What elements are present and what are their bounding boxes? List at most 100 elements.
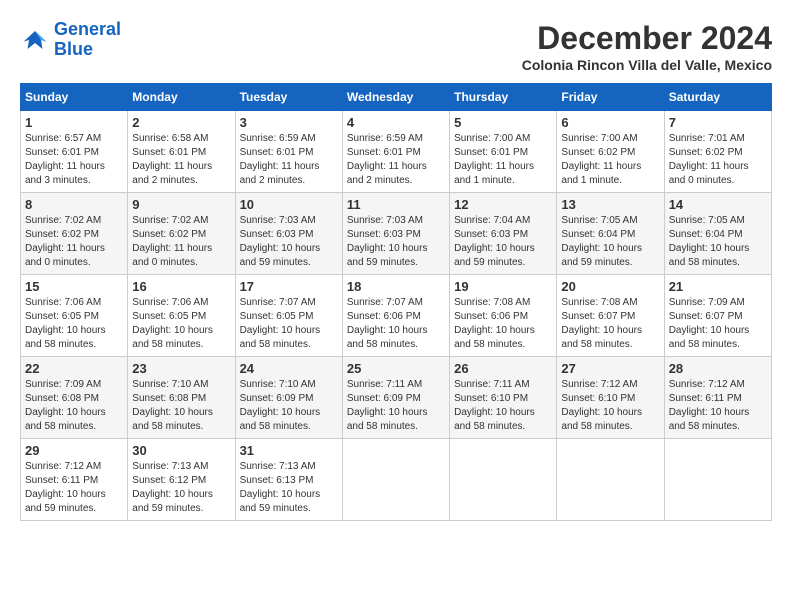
- day-number: 16: [132, 279, 230, 294]
- column-header-thursday: Thursday: [450, 84, 557, 111]
- calendar-cell: 20 Sunrise: 7:08 AMSunset: 6:07 PMDaylig…: [557, 275, 664, 357]
- day-number: 27: [561, 361, 659, 376]
- calendar-cell: 7 Sunrise: 7:01 AMSunset: 6:02 PMDayligh…: [664, 111, 771, 193]
- calendar-cell: 25 Sunrise: 7:11 AMSunset: 6:09 PMDaylig…: [342, 357, 449, 439]
- day-info: Sunrise: 7:08 AMSunset: 6:07 PMDaylight:…: [561, 297, 642, 350]
- calendar-cell: 10 Sunrise: 7:03 AMSunset: 6:03 PMDaylig…: [235, 193, 342, 275]
- calendar-cell: 4 Sunrise: 6:59 AMSunset: 6:01 PMDayligh…: [342, 111, 449, 193]
- location-title: Colonia Rincon Villa del Valle, Mexico: [522, 57, 772, 73]
- calendar-cell: 12 Sunrise: 7:04 AMSunset: 6:03 PMDaylig…: [450, 193, 557, 275]
- day-info: Sunrise: 7:10 AMSunset: 6:08 PMDaylight:…: [132, 379, 213, 432]
- day-number: 5: [454, 115, 552, 130]
- day-number: 3: [240, 115, 338, 130]
- calendar-cell: 31 Sunrise: 7:13 AMSunset: 6:13 PMDaylig…: [235, 439, 342, 521]
- day-info: Sunrise: 7:09 AMSunset: 6:08 PMDaylight:…: [25, 379, 106, 432]
- day-number: 6: [561, 115, 659, 130]
- calendar-cell: [664, 439, 771, 521]
- day-number: 2: [132, 115, 230, 130]
- day-info: Sunrise: 7:13 AMSunset: 6:12 PMDaylight:…: [132, 461, 213, 514]
- day-info: Sunrise: 7:11 AMSunset: 6:09 PMDaylight:…: [347, 379, 428, 432]
- calendar-table: SundayMondayTuesdayWednesdayThursdayFrid…: [20, 83, 772, 521]
- day-info: Sunrise: 6:58 AMSunset: 6:01 PMDaylight:…: [132, 133, 212, 186]
- day-number: 24: [240, 361, 338, 376]
- day-number: 12: [454, 197, 552, 212]
- day-number: 30: [132, 443, 230, 458]
- day-info: Sunrise: 7:07 AMSunset: 6:06 PMDaylight:…: [347, 297, 428, 350]
- day-number: 31: [240, 443, 338, 458]
- calendar-cell: 19 Sunrise: 7:08 AMSunset: 6:06 PMDaylig…: [450, 275, 557, 357]
- column-header-tuesday: Tuesday: [235, 84, 342, 111]
- calendar-cell: [557, 439, 664, 521]
- day-number: 10: [240, 197, 338, 212]
- title-area: December 2024 Colonia Rincon Villa del V…: [522, 20, 772, 73]
- column-header-monday: Monday: [128, 84, 235, 111]
- calendar-cell: 3 Sunrise: 6:59 AMSunset: 6:01 PMDayligh…: [235, 111, 342, 193]
- calendar-cell: [450, 439, 557, 521]
- day-info: Sunrise: 7:00 AMSunset: 6:01 PMDaylight:…: [454, 133, 534, 186]
- calendar-cell: 1 Sunrise: 6:57 AMSunset: 6:01 PMDayligh…: [21, 111, 128, 193]
- calendar-week-2: 8 Sunrise: 7:02 AMSunset: 6:02 PMDayligh…: [21, 193, 772, 275]
- day-info: Sunrise: 7:03 AMSunset: 6:03 PMDaylight:…: [347, 215, 428, 268]
- day-number: 26: [454, 361, 552, 376]
- column-header-sunday: Sunday: [21, 84, 128, 111]
- page-header: General Blue December 2024 Colonia Rinco…: [20, 20, 772, 73]
- day-number: 22: [25, 361, 123, 376]
- calendar-cell: 18 Sunrise: 7:07 AMSunset: 6:06 PMDaylig…: [342, 275, 449, 357]
- calendar-cell: 9 Sunrise: 7:02 AMSunset: 6:02 PMDayligh…: [128, 193, 235, 275]
- day-info: Sunrise: 7:10 AMSunset: 6:09 PMDaylight:…: [240, 379, 321, 432]
- day-number: 14: [669, 197, 767, 212]
- calendar-cell: 14 Sunrise: 7:05 AMSunset: 6:04 PMDaylig…: [664, 193, 771, 275]
- calendar-cell: [342, 439, 449, 521]
- day-info: Sunrise: 6:57 AMSunset: 6:01 PMDaylight:…: [25, 133, 105, 186]
- day-number: 19: [454, 279, 552, 294]
- day-number: 7: [669, 115, 767, 130]
- logo: General Blue: [20, 20, 121, 60]
- day-info: Sunrise: 7:12 AMSunset: 6:11 PMDaylight:…: [669, 379, 750, 432]
- day-info: Sunrise: 7:07 AMSunset: 6:05 PMDaylight:…: [240, 297, 321, 350]
- day-info: Sunrise: 7:12 AMSunset: 6:11 PMDaylight:…: [25, 461, 106, 514]
- calendar-cell: 24 Sunrise: 7:10 AMSunset: 6:09 PMDaylig…: [235, 357, 342, 439]
- day-number: 8: [25, 197, 123, 212]
- day-info: Sunrise: 7:05 AMSunset: 6:04 PMDaylight:…: [669, 215, 750, 268]
- calendar-cell: 15 Sunrise: 7:06 AMSunset: 6:05 PMDaylig…: [21, 275, 128, 357]
- day-info: Sunrise: 7:02 AMSunset: 6:02 PMDaylight:…: [132, 215, 212, 268]
- day-number: 11: [347, 197, 445, 212]
- day-info: Sunrise: 7:09 AMSunset: 6:07 PMDaylight:…: [669, 297, 750, 350]
- logo-text: General Blue: [54, 20, 121, 60]
- column-header-wednesday: Wednesday: [342, 84, 449, 111]
- day-info: Sunrise: 7:00 AMSunset: 6:02 PMDaylight:…: [561, 133, 641, 186]
- day-info: Sunrise: 7:02 AMSunset: 6:02 PMDaylight:…: [25, 215, 105, 268]
- calendar-cell: 27 Sunrise: 7:12 AMSunset: 6:10 PMDaylig…: [557, 357, 664, 439]
- day-number: 23: [132, 361, 230, 376]
- day-info: Sunrise: 6:59 AMSunset: 6:01 PMDaylight:…: [240, 133, 320, 186]
- day-info: Sunrise: 6:59 AMSunset: 6:01 PMDaylight:…: [347, 133, 427, 186]
- calendar-cell: 23 Sunrise: 7:10 AMSunset: 6:08 PMDaylig…: [128, 357, 235, 439]
- month-title: December 2024: [522, 20, 772, 57]
- day-number: 28: [669, 361, 767, 376]
- calendar-body: 1 Sunrise: 6:57 AMSunset: 6:01 PMDayligh…: [21, 111, 772, 521]
- day-number: 21: [669, 279, 767, 294]
- calendar-week-4: 22 Sunrise: 7:09 AMSunset: 6:08 PMDaylig…: [21, 357, 772, 439]
- calendar-cell: 28 Sunrise: 7:12 AMSunset: 6:11 PMDaylig…: [664, 357, 771, 439]
- calendar-week-5: 29 Sunrise: 7:12 AMSunset: 6:11 PMDaylig…: [21, 439, 772, 521]
- column-header-saturday: Saturday: [664, 84, 771, 111]
- day-info: Sunrise: 7:13 AMSunset: 6:13 PMDaylight:…: [240, 461, 321, 514]
- day-number: 17: [240, 279, 338, 294]
- day-info: Sunrise: 7:01 AMSunset: 6:02 PMDaylight:…: [669, 133, 749, 186]
- logo-icon: [20, 25, 50, 55]
- day-number: 29: [25, 443, 123, 458]
- column-header-friday: Friday: [557, 84, 664, 111]
- calendar-header-row: SundayMondayTuesdayWednesdayThursdayFrid…: [21, 84, 772, 111]
- day-number: 15: [25, 279, 123, 294]
- day-info: Sunrise: 7:04 AMSunset: 6:03 PMDaylight:…: [454, 215, 535, 268]
- calendar-cell: 11 Sunrise: 7:03 AMSunset: 6:03 PMDaylig…: [342, 193, 449, 275]
- day-info: Sunrise: 7:06 AMSunset: 6:05 PMDaylight:…: [25, 297, 106, 350]
- day-info: Sunrise: 7:11 AMSunset: 6:10 PMDaylight:…: [454, 379, 535, 432]
- calendar-cell: 22 Sunrise: 7:09 AMSunset: 6:08 PMDaylig…: [21, 357, 128, 439]
- day-info: Sunrise: 7:03 AMSunset: 6:03 PMDaylight:…: [240, 215, 321, 268]
- calendar-cell: 2 Sunrise: 6:58 AMSunset: 6:01 PMDayligh…: [128, 111, 235, 193]
- day-info: Sunrise: 7:06 AMSunset: 6:05 PMDaylight:…: [132, 297, 213, 350]
- day-number: 4: [347, 115, 445, 130]
- calendar-cell: 30 Sunrise: 7:13 AMSunset: 6:12 PMDaylig…: [128, 439, 235, 521]
- day-number: 18: [347, 279, 445, 294]
